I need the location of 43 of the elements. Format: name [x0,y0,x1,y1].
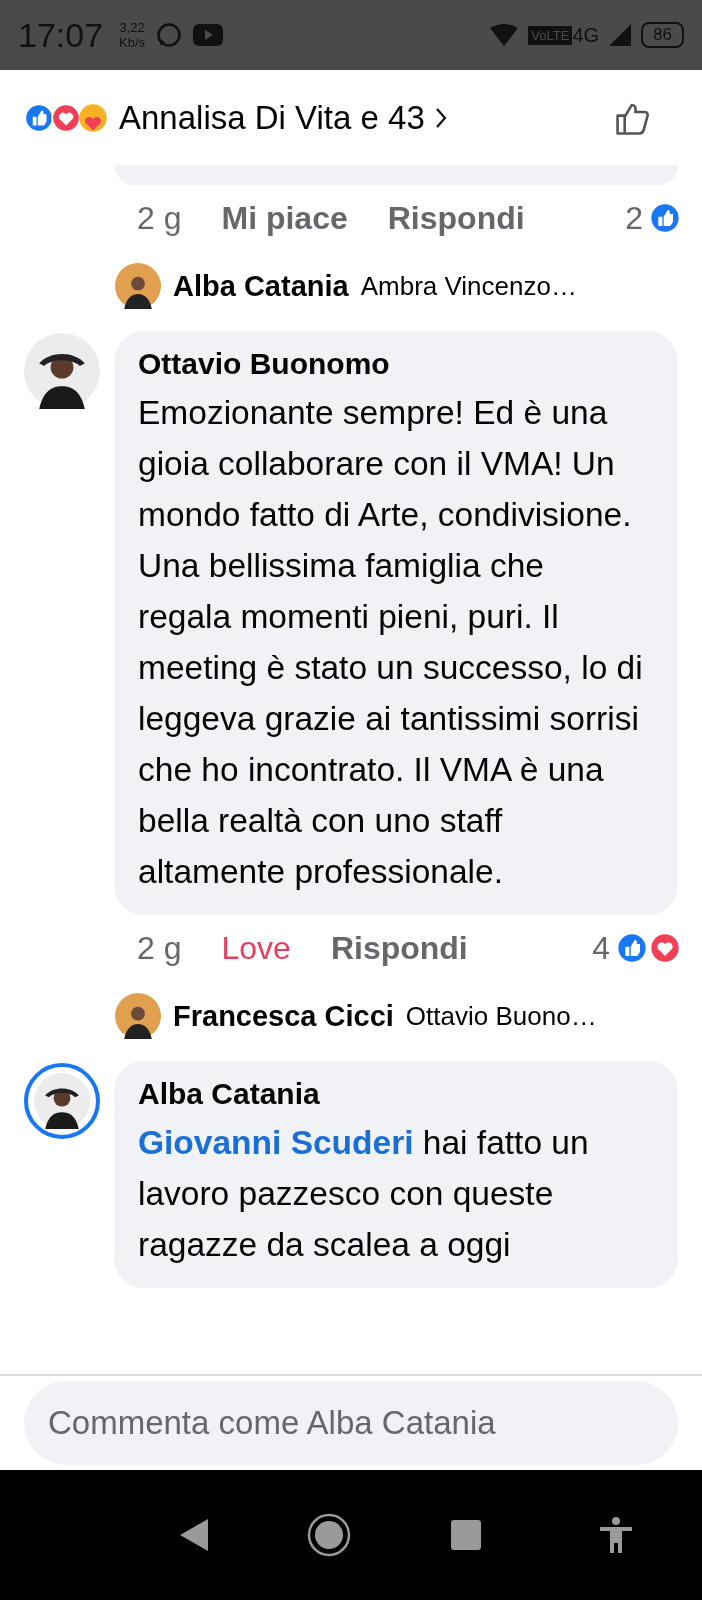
accessibility-icon[interactable] [600,1517,633,1553]
like-reaction-icon [24,102,54,133]
reply-button[interactable]: Rispondi [387,199,525,237]
signal-icon [609,24,632,46]
comment-author[interactable]: Ottavio Buonomo [138,347,390,381]
video-icon [193,24,224,46]
reply-preview-text[interactable]: Ottavio Buono… [405,1000,597,1032]
comment-time: 2 g [137,929,182,967]
comment-text: Emozionante sempre! Ed è una gioia collaborare con il VMA! Un mondo fatto di Arte, condivisione. Una bellissima famiglia che regala momenti pieni, puri. Il meeting è stato un successo, lo di leggeva grazie ai tantissimi sorrisi che ho incontrato. Il VMA è una bella realtà con uno staff altamente professionale. [138,393,644,892]
clock: 17:07 [18,15,104,55]
hug-emoji-icon [78,102,108,133]
chevron-right-icon [434,106,447,129]
chat-icon [155,21,184,49]
avatar [115,993,161,1039]
recents-icon[interactable] [450,1520,481,1550]
reaction-count: 2 [625,199,643,237]
reply-author[interactable]: Alba Catania [173,269,349,303]
comment-field[interactable]: Commenta come Alba Catania [24,1381,678,1465]
react-button[interactable]: Mi piace [221,199,348,237]
like-reaction-icon [649,202,681,234]
avatar[interactable] [24,1063,100,1139]
avatar [115,263,161,309]
battery-indicator: 86 [641,22,684,48]
reactions-link[interactable]: Annalisa Di Vita e 43 [111,98,425,137]
reply-preview-text[interactable]: Ambra Vincenzo… [360,270,577,302]
volte-indicator: VoLTE [528,25,573,45]
comment-text: Giovanni Scuderi hai fatto un lavoro pazzesco con queste ragazze da scalea a oggi [138,1123,590,1265]
avatar[interactable] [24,333,100,409]
home-icon[interactable] [307,1513,352,1557]
back-icon[interactable] [179,1519,208,1551]
comment-author[interactable]: Alba Catania [138,1077,320,1111]
heart-reaction-icon [649,932,681,964]
reply-button[interactable]: Rispondi [330,929,468,967]
reply-author[interactable]: Francesca Cicci [173,999,394,1033]
wifi-icon [490,24,519,46]
heart-reaction-icon [51,102,81,133]
network-speed: 3,22 Kb/s [119,20,146,50]
reaction-count: 4 [592,929,610,967]
mention-link[interactable]: Giovanni Scuderi [138,1124,414,1161]
react-button[interactable]: Love [221,929,291,967]
network-type: 4G [572,23,600,47]
comment-time: 2 g [137,199,182,237]
like-reaction-icon [616,932,648,964]
